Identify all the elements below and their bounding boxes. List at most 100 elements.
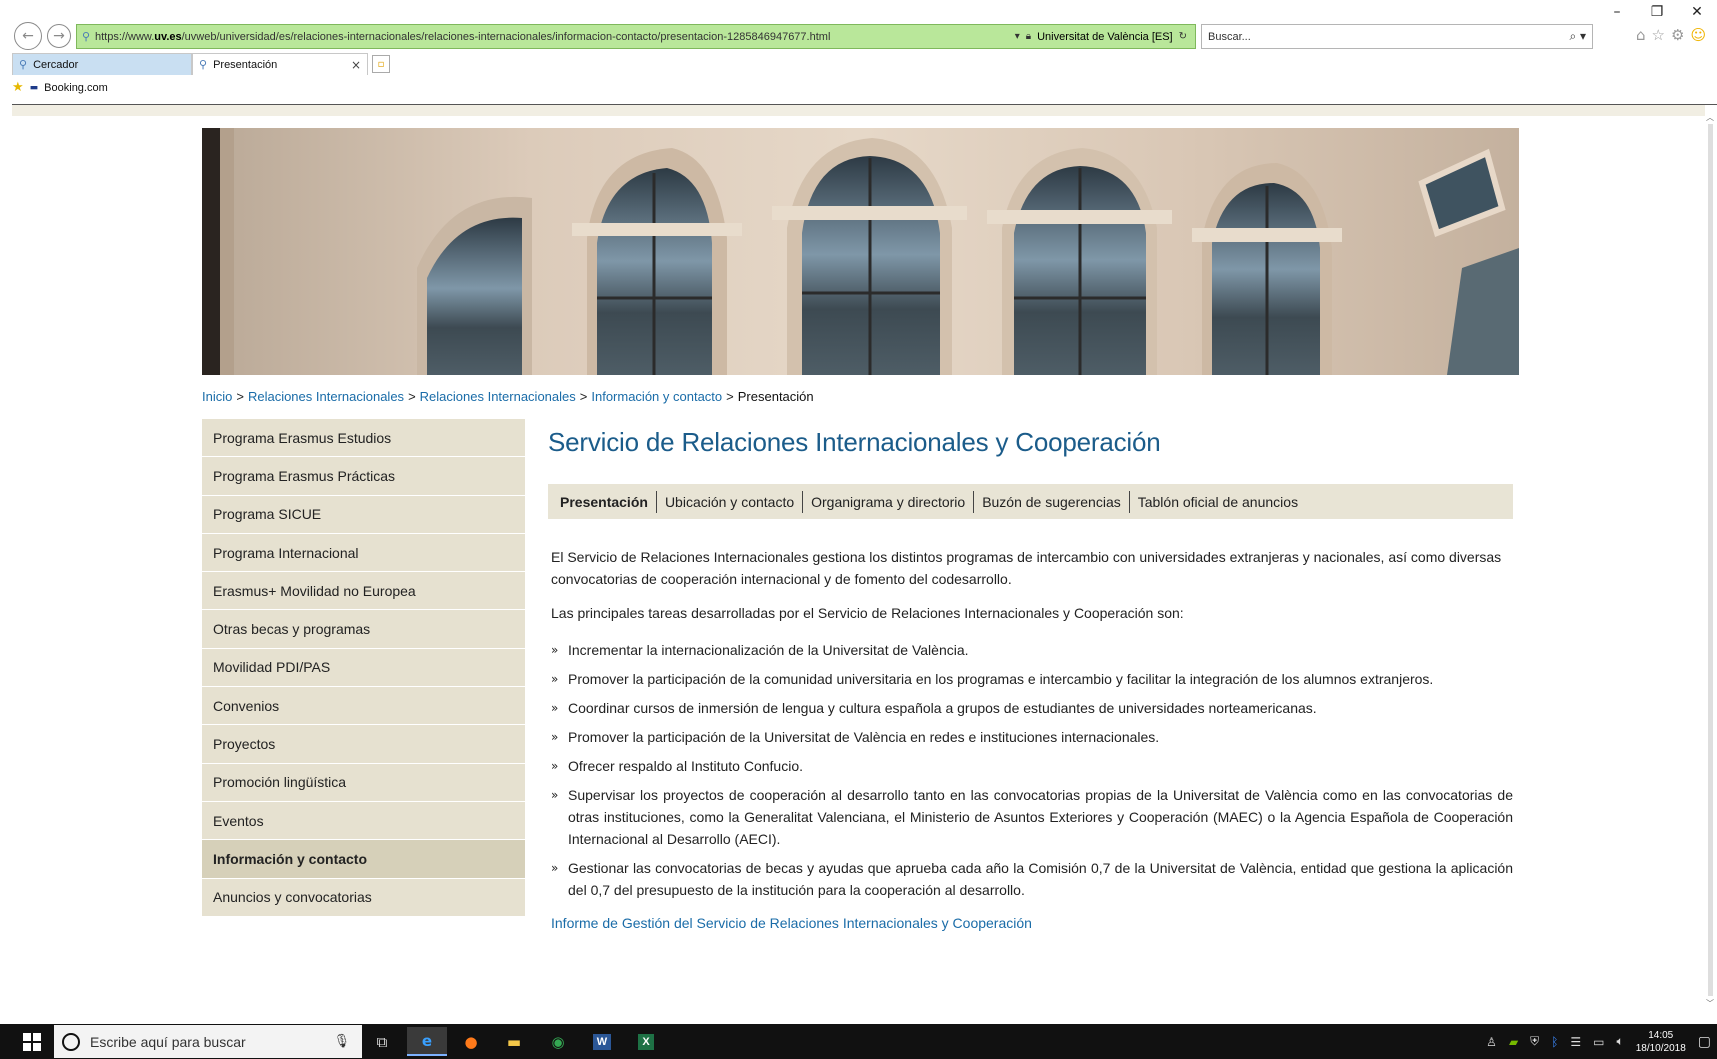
scroll-up-arrow-icon[interactable]: ︿: [1704, 112, 1716, 123]
breadcrumb-link-informacion-contacto[interactable]: Información y contacto: [591, 389, 722, 404]
list-item: » Promover la participación de la comunid…: [551, 668, 1513, 690]
list-item-text: Gestionar las convocatorias de becas y a…: [568, 860, 1513, 898]
windows-logo-icon: [23, 1032, 41, 1051]
breadcrumb-separator: >: [726, 389, 734, 404]
tab-presentacion[interactable]: ⚲ Presentación ×: [192, 53, 368, 75]
list-item-text: Incrementar la internacionalización de l…: [568, 642, 969, 658]
chrome-icon[interactable]: ◉: [538, 1027, 578, 1056]
browser-search-box[interactable]: Buscar... ⌕ ▾: [1201, 24, 1593, 49]
site-identity[interactable]: Universitat de València [ES]: [1037, 31, 1173, 43]
bullet-icon: »: [551, 701, 559, 715]
url-path: /uvweb/universidad/es/relaciones-interna…: [181, 30, 831, 43]
volume-muted-icon[interactable]: 🔈︎: [1617, 1034, 1624, 1049]
excel-icon[interactable]: X: [626, 1027, 666, 1056]
section-tabs: Presentación Ubicación y contacto Organi…: [548, 484, 1513, 519]
forward-button[interactable]: →: [47, 24, 71, 48]
list-item: » Ofrecer respaldo al Instituto Confucio.: [551, 755, 1513, 777]
tab-presentacion[interactable]: Presentación: [552, 491, 656, 513]
clock[interactable]: 14:05 18/10/2018: [1636, 1029, 1686, 1055]
window-arch-1: [587, 148, 727, 375]
tab-cercador[interactable]: ⚲ Cercador: [12, 53, 192, 75]
url-host: uv.es: [154, 30, 182, 43]
search-icon[interactable]: ⌕ ▾: [1569, 29, 1592, 44]
new-tab-button[interactable]: ▫: [372, 55, 390, 73]
breadcrumb-link-relaciones-internacionales[interactable]: Relaciones Internacionales: [248, 389, 404, 404]
breadcrumb-link-inicio[interactable]: Inicio: [202, 389, 232, 404]
list-item-text: Promover la participación de la Universi…: [568, 729, 1160, 745]
sidemenu-item-convenios[interactable]: Convenios: [202, 687, 525, 726]
sidemenu-item-informacion-contacto[interactable]: Información y contacto: [202, 840, 525, 879]
booking-favicon-icon: ▬: [29, 82, 39, 93]
internet-explorer-icon[interactable]: e: [407, 1027, 447, 1056]
file-explorer-icon[interactable]: ▬: [494, 1027, 534, 1056]
management-report-link[interactable]: Informe de Gestión del Servicio de Relac…: [548, 915, 1513, 931]
firefox-icon[interactable]: ●: [451, 1027, 491, 1056]
cortana-icon: [62, 1032, 80, 1051]
favorites-bar: ★ ▬ Booking.com: [12, 80, 108, 95]
breadcrumb-link-relaciones-internacionales-2[interactable]: Relaciones Internacionales: [420, 389, 576, 404]
close-tab-icon[interactable]: ×: [351, 58, 361, 72]
lock-icon[interactable]: 🔒︎: [1026, 31, 1031, 42]
tab-strip: ⚲ Cercador ⚲ Presentación × ▫: [12, 53, 390, 75]
favorites-star-icon[interactable]: ☆: [1652, 26, 1665, 44]
people-icon[interactable]: ♙: [1486, 1035, 1497, 1049]
nvidia-icon[interactable]: ▰: [1509, 1035, 1518, 1049]
favorite-link-booking[interactable]: Booking.com: [44, 82, 108, 94]
minimize-button[interactable]: –: [1597, 0, 1637, 24]
start-button[interactable]: [10, 1024, 54, 1059]
list-item-text: Promover la participación de la comunida…: [568, 671, 1434, 687]
list-item: » Incrementar la internacionalización de …: [551, 639, 1513, 661]
url-prefix: https://www.: [95, 30, 155, 43]
bullet-icon: »: [551, 759, 559, 773]
microphone-icon[interactable]: 🎙︎: [333, 1034, 350, 1049]
bullet-icon: »: [551, 672, 559, 686]
notifications-icon[interactable]: ▢: [1698, 1034, 1711, 1050]
scrollbar-thumb[interactable]: [1708, 124, 1713, 996]
sidemenu-item-sicue[interactable]: Programa SICUE: [202, 495, 525, 534]
tab-buzon-sugerencias[interactable]: Buzón de sugerencias: [973, 490, 1129, 513]
url-text[interactable]: https://www.uv.es/uvweb/universidad/es/r…: [95, 31, 1015, 43]
tab-tablon-anuncios[interactable]: Tablón oficial de anuncios: [1128, 490, 1306, 513]
list-item-text: Coordinar cursos de inmersión de lengua …: [568, 700, 1317, 716]
home-icon[interactable]: ⌂: [1636, 26, 1646, 44]
window-arch-3: [1002, 148, 1157, 375]
sidemenu-item-eventos[interactable]: Eventos: [202, 801, 525, 841]
task-view-icon[interactable]: ⧉: [362, 1027, 402, 1056]
tasks-list: » Incrementar la internacionalización de …: [548, 639, 1513, 901]
clock-time: 14:05: [1648, 1029, 1674, 1041]
list-item-text: Supervisar los proyectos de cooperación …: [568, 787, 1513, 847]
restore-button[interactable]: ❐: [1637, 0, 1677, 24]
breadcrumb-separator: >: [236, 389, 244, 404]
network-icon[interactable]: ▭: [1593, 1035, 1604, 1049]
gear-icon[interactable]: ⚙: [1671, 26, 1684, 44]
sidemenu-item-proyectos[interactable]: Proyectos: [202, 725, 525, 764]
sidemenu-item-erasmus-practicas[interactable]: Programa Erasmus Prácticas: [202, 457, 525, 496]
bullet-icon: »: [551, 730, 559, 744]
tab-ubicacion-contacto[interactable]: Ubicación y contacto: [655, 490, 802, 513]
sidemenu-item-promocion-linguistica[interactable]: Promoción lingüística: [202, 763, 525, 802]
sidemenu-item-otras-becas[interactable]: Otras becas y programas: [202, 610, 525, 649]
security-shield-icon[interactable]: ⛨: [1530, 1034, 1539, 1049]
dropdown-arrow-icon[interactable]: ▾: [1015, 31, 1020, 42]
windows-taskbar: Escribe aquí para buscar 🎙︎ ⧉ e ● ▬ ◉ W …: [0, 1024, 1717, 1059]
sidemenu-item-anuncios-convocatorias[interactable]: Anuncios y convocatorias: [202, 878, 525, 917]
sidemenu-item-erasmus-no-europea[interactable]: Erasmus+ Movilidad no Europea: [202, 572, 525, 611]
taskbar-search-placeholder: Escribe aquí para buscar: [90, 1033, 246, 1050]
sidemenu-item-erasmus-estudios[interactable]: Programa Erasmus Estudios: [202, 419, 525, 458]
taskbar-search-box[interactable]: Escribe aquí para buscar 🎙︎: [54, 1025, 362, 1058]
scroll-down-arrow-icon[interactable]: ﹀: [1704, 998, 1716, 1009]
refresh-icon[interactable]: ↻: [1179, 31, 1187, 42]
bluetooth-icon[interactable]: ᛒ: [1551, 1035, 1558, 1049]
tab-organigrama-directorio[interactable]: Organigrama y directorio: [802, 490, 973, 513]
list-item: » Coordinar cursos de inmersión de lengua…: [551, 697, 1513, 719]
back-button[interactable]: ←: [14, 22, 42, 50]
sidemenu-item-movilidad-pdi-pas[interactable]: Movilidad PDI/PAS: [202, 648, 525, 688]
close-window-button[interactable]: ✕: [1677, 0, 1717, 24]
feedback-smiley-icon[interactable]: ☺: [1690, 26, 1706, 44]
address-bar[interactable]: ⚲ https://www.uv.es/uvweb/universidad/es…: [76, 24, 1196, 49]
keyboard-icon[interactable]: ☰: [1570, 1035, 1581, 1049]
system-tray: ♙ ▰ ⛨ ᛒ ☰ ▭ 🔈︎ 14:05 18/10/2018 ▢: [1486, 1024, 1717, 1059]
sidemenu-item-programa-internacional[interactable]: Programa Internacional: [202, 533, 525, 573]
favorites-star-icon[interactable]: ★: [12, 80, 24, 95]
word-icon[interactable]: W: [582, 1027, 622, 1056]
